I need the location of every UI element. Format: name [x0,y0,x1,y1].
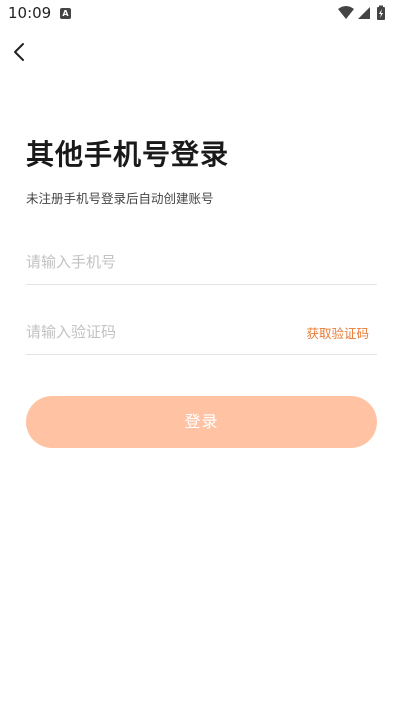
status-icons [336,5,394,21]
status-time: 10:09 [8,4,52,22]
login-button[interactable]: 登录 [26,396,377,448]
phone-field [26,240,377,285]
chevron-left-icon [14,43,24,61]
status-bar: 10:09 A [0,0,402,28]
back-button[interactable] [6,38,34,66]
page-subtitle: 未注册手机号登录后自动创建账号 [26,191,214,206]
phone-input[interactable] [26,244,286,280]
verification-code-input[interactable] [26,314,286,350]
code-field: 获取验证码 [26,310,377,355]
get-code-button[interactable]: 获取验证码 [306,323,369,342]
wifi-icon [338,6,354,19]
page-title: 其他手机号登录 [26,138,230,171]
signal-icon [358,7,370,19]
login-screen: 10:09 A 其他手机号登录 未注册手机号登录后自动创建账号 请输入手机号 请… [0,0,402,716]
battery-charging-icon [377,5,385,20]
a-icon: A [60,8,71,19]
